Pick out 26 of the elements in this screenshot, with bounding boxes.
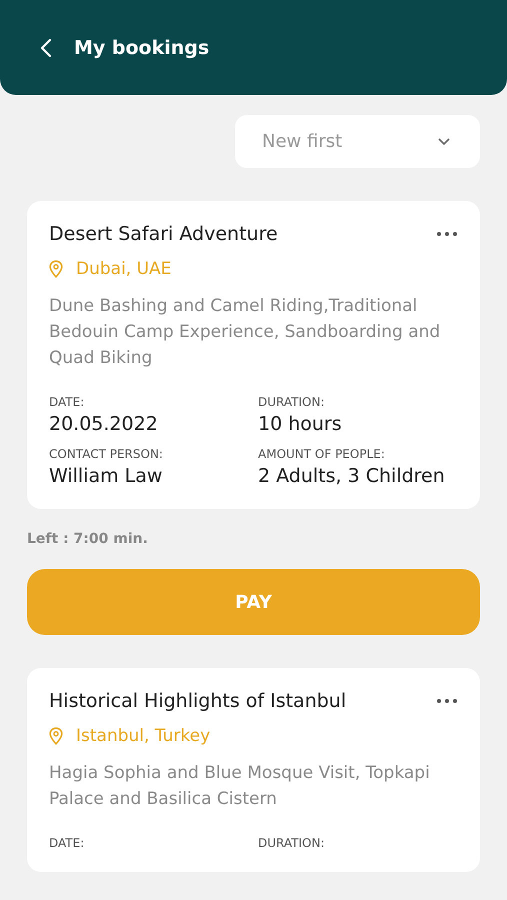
field-label: AMOUNT OF PEOPLE: [258, 447, 386, 461]
back-icon[interactable] [40, 38, 52, 58]
field-value: 20.05.2022 [49, 413, 159, 435]
location-pin-icon [49, 260, 63, 278]
field-label: DATE: [49, 836, 86, 850]
location-text: Dubai, UAE [76, 259, 172, 279]
more-icon[interactable] [436, 698, 458, 704]
chevron-down-icon [438, 138, 450, 146]
field-value: 2 Adults, 3 Children [258, 465, 446, 487]
booking-title: Desert Safari Adventure [49, 223, 278, 245]
sort-dropdown[interactable]: New first [235, 115, 480, 168]
field-label: CONTACT PERSON: [49, 447, 164, 461]
location-pin-icon [49, 727, 63, 745]
pay-button[interactable]: PAY [27, 569, 480, 635]
field-label: DATE: [49, 395, 86, 409]
field-label: DURATION: [258, 395, 326, 409]
description-text: Hagia Sophia and Blue Mosque Visit, Topkapi Palace and Basilica Cistern [49, 762, 431, 811]
description-text: Dune Bashing and Camel Riding,Traditional Bedouin Camp Experience, Sandboarding and Quad Biking [49, 295, 442, 370]
more-icon[interactable] [436, 231, 458, 237]
field-value: William Law [49, 465, 164, 487]
field-label: DURATION: [258, 836, 326, 850]
location-text: Istanbul, Turkey [76, 726, 210, 746]
booking-title: Historical Highlights of Istanbul [49, 690, 346, 712]
field-value: 10 hours [258, 413, 343, 435]
time-left-text: Left : 7:00 min. [27, 531, 149, 547]
page-title: My bookings [74, 36, 210, 58]
